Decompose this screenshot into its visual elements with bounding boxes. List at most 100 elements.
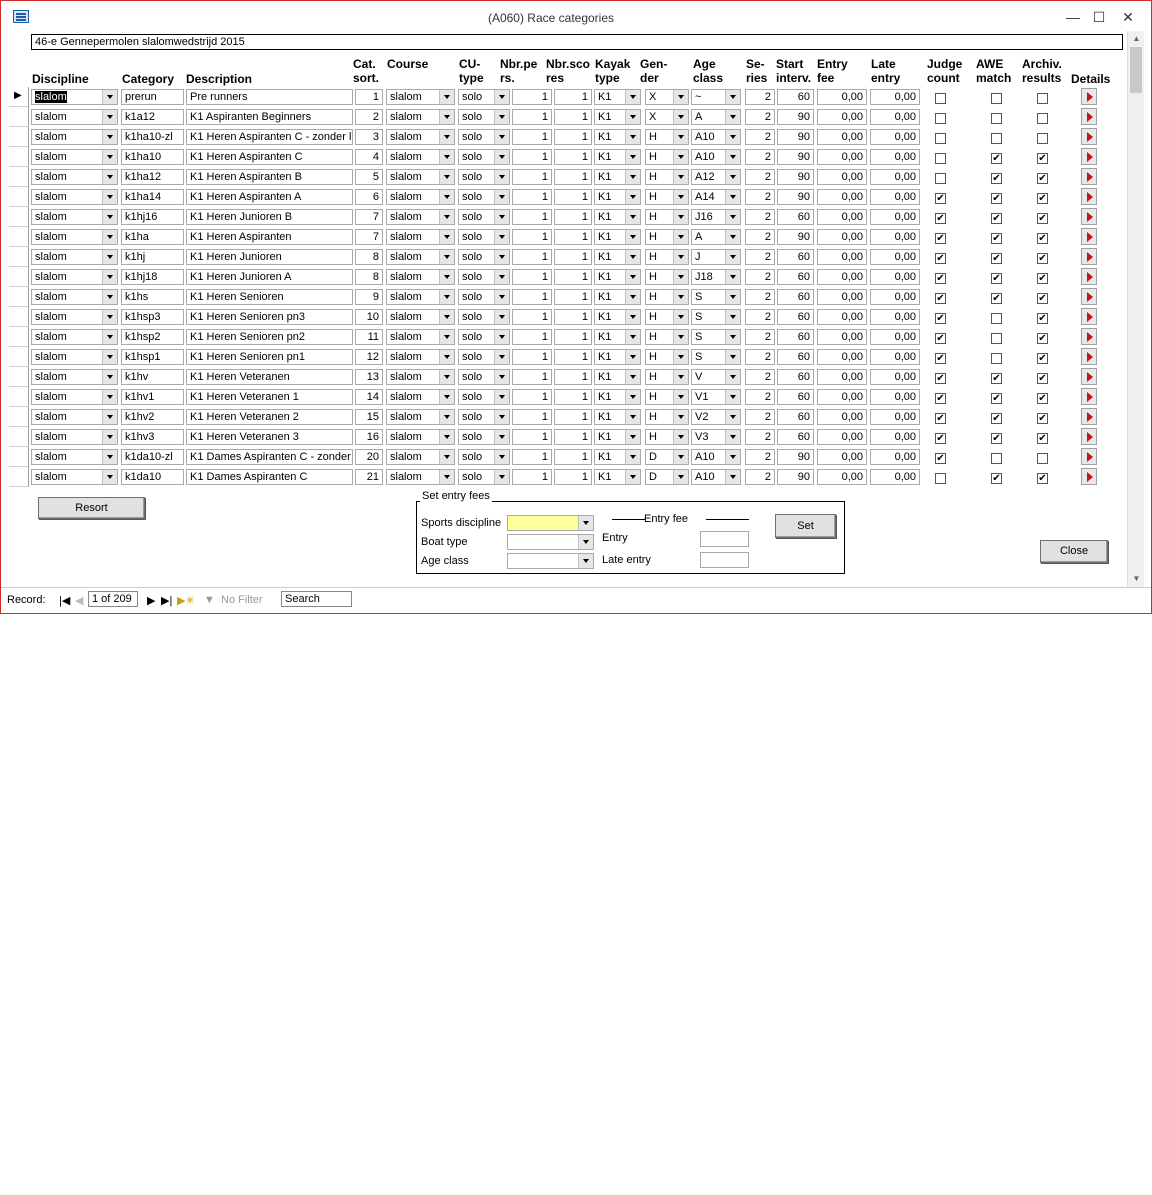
chevron-down-icon[interactable] [725,390,740,404]
gender-select[interactable]: H [645,369,689,385]
chevron-down-icon[interactable] [494,330,509,344]
age-class-select[interactable]: V1 [691,389,741,405]
category-field[interactable]: k1ha10 [121,149,184,165]
chevron-down-icon[interactable] [625,250,640,264]
details-button[interactable] [1081,128,1097,145]
start-interv-field[interactable]: 60 [777,289,814,305]
cu-type-select[interactable]: solo [458,449,510,465]
course-select[interactable]: slalom [386,229,455,245]
search-field[interactable]: Search [281,591,352,607]
discipline-select[interactable]: slalom [31,169,118,185]
details-button[interactable] [1081,408,1097,425]
archiv-results-checkbox[interactable] [1037,453,1048,464]
late-entry-field[interactable]: 0,00 [870,369,920,385]
nbr-scores-field[interactable]: 1 [554,289,592,305]
chevron-down-icon[interactable] [673,130,688,144]
cat-sort-field[interactable]: 21 [355,469,383,485]
category-field[interactable]: k1da10-zl [121,449,184,465]
entry-fee-field[interactable]: 0,00 [817,209,867,225]
chevron-down-icon[interactable] [725,350,740,364]
cu-type-select[interactable]: solo [458,229,510,245]
description-field[interactable]: K1 Heren Junioren B [186,209,353,225]
description-field[interactable]: K1 Heren Aspiranten A [186,189,353,205]
chevron-down-icon[interactable] [102,370,117,384]
awe-match-checkbox[interactable]: ✔ [991,233,1002,244]
cat-sort-field[interactable]: 14 [355,389,383,405]
entry-fee-field[interactable]: 0,00 [817,429,867,445]
chevron-down-icon[interactable] [673,450,688,464]
judge-count-checkbox[interactable]: ✔ [935,213,946,224]
awe-match-checkbox[interactable] [991,453,1002,464]
chevron-down-icon[interactable] [625,310,640,324]
course-select[interactable]: slalom [386,249,455,265]
record-selector[interactable] [9,347,29,367]
series-field[interactable]: 2 [745,309,775,325]
start-interv-field[interactable]: 90 [777,229,814,245]
awe-match-checkbox[interactable]: ✔ [991,413,1002,424]
chevron-down-icon[interactable] [625,330,640,344]
cu-type-select[interactable]: solo [458,149,510,165]
discipline-select[interactable]: slalom [31,209,118,225]
start-interv-field[interactable]: 90 [777,109,814,125]
kayak-type-select[interactable]: K1 [594,269,641,285]
series-field[interactable]: 2 [745,129,775,145]
details-button[interactable] [1081,88,1097,105]
record-selector[interactable] [9,447,29,467]
chevron-down-icon[interactable] [625,90,640,104]
age-class-select[interactable]: J18 [691,269,741,285]
record-selector[interactable] [9,267,29,287]
awe-match-checkbox[interactable]: ✔ [991,373,1002,384]
entry-fee-field[interactable]: 0,00 [817,329,867,345]
category-field[interactable]: k1ha10-zl [121,129,184,145]
late-entry-field[interactable]: 0,00 [870,249,920,265]
cat-sort-field[interactable]: 3 [355,129,383,145]
judge-count-checkbox[interactable]: ✔ [935,253,946,264]
judge-count-checkbox[interactable]: ✔ [935,393,946,404]
category-field[interactable]: k1hv1 [121,389,184,405]
start-interv-field[interactable]: 90 [777,129,814,145]
cat-sort-field[interactable]: 7 [355,229,383,245]
nbr-scores-field[interactable]: 1 [554,349,592,365]
cu-type-select[interactable]: solo [458,309,510,325]
chevron-down-icon[interactable] [439,310,454,324]
discipline-select[interactable]: slalom [31,289,118,305]
awe-match-checkbox[interactable]: ✔ [991,253,1002,264]
chevron-down-icon[interactable] [725,430,740,444]
nbr-pers-field[interactable]: 1 [512,109,552,125]
judge-count-checkbox[interactable] [935,173,946,184]
course-select[interactable]: slalom [386,109,455,125]
chevron-down-icon[interactable] [439,290,454,304]
chevron-down-icon[interactable] [625,430,640,444]
horizontal-scrollbar[interactable] [361,1177,1129,1195]
chevron-down-icon[interactable] [625,290,640,304]
age-class-select[interactable]: A10 [691,129,741,145]
chevron-down-icon[interactable] [725,110,740,124]
chevron-down-icon[interactable] [102,90,117,104]
gender-select[interactable]: H [645,329,689,345]
course-select[interactable]: slalom [386,429,455,445]
description-field[interactable]: K1 Heren Junioren [186,249,353,265]
nbr-pers-field[interactable]: 1 [512,449,552,465]
nbr-scores-field[interactable]: 1 [554,109,592,125]
awe-match-checkbox[interactable] [991,353,1002,364]
nbr-pers-field[interactable]: 1 [512,169,552,185]
chevron-down-icon[interactable] [439,110,454,124]
no-filter-label[interactable]: No Filter [221,594,263,606]
judge-count-checkbox[interactable]: ✔ [935,453,946,464]
chevron-down-icon[interactable] [625,350,640,364]
chevron-down-icon[interactable] [494,230,509,244]
chevron-down-icon[interactable] [494,90,509,104]
description-field[interactable]: K1 Heren Veteranen [186,369,353,385]
age-class-select[interactable]: ~ [691,89,741,105]
cu-type-select[interactable]: solo [458,289,510,305]
record-selector[interactable] [9,407,29,427]
record-selector[interactable] [9,227,29,247]
awe-match-checkbox[interactable]: ✔ [991,433,1002,444]
chevron-down-icon[interactable] [439,230,454,244]
chevron-down-icon[interactable] [102,210,117,224]
discipline-select[interactable]: slalom [31,269,118,285]
chevron-down-icon[interactable] [725,270,740,284]
kayak-type-select[interactable]: K1 [594,129,641,145]
nbr-scores-field[interactable]: 1 [554,389,592,405]
chevron-down-icon[interactable] [102,350,117,364]
